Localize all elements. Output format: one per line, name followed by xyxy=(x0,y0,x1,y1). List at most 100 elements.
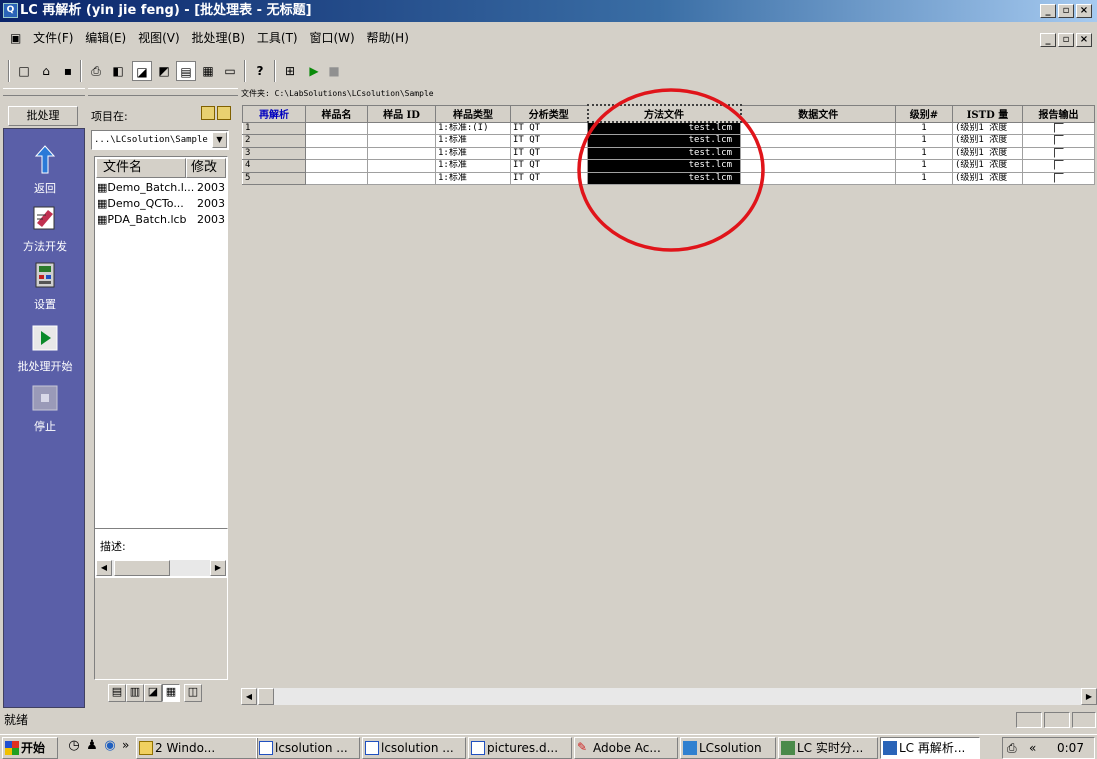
clock[interactable]: 0:07 xyxy=(1057,738,1084,758)
path-select[interactable]: ...\LCsolution\Sample ▼ xyxy=(91,130,229,150)
tab-icon-report[interactable]: ◫ xyxy=(184,684,202,702)
list-item[interactable]: ▦Demo_Batch.l... 2003- xyxy=(97,180,225,196)
printer-tray-icon[interactable]: ⎙ xyxy=(1007,738,1017,758)
cell-sample-name[interactable] xyxy=(305,159,368,173)
cell-istd[interactable]: (级别1 浓度 xyxy=(952,146,1023,160)
cell-sample-id[interactable] xyxy=(367,134,436,148)
task-lcsolution[interactable]: LCsolution xyxy=(680,737,776,759)
tray-expand-icon[interactable]: « xyxy=(1029,738,1036,758)
menu-edit[interactable]: 编辑(E) xyxy=(81,24,130,52)
cell-level[interactable]: 1 xyxy=(895,171,953,185)
report-checkbox[interactable] xyxy=(1053,122,1064,133)
mdi-restore-button[interactable]: ▫ xyxy=(1058,33,1074,47)
task-lc-reanalysis-active[interactable]: LC 再解析... xyxy=(880,737,980,759)
quicklaunch-more-icon[interactable]: » xyxy=(122,738,129,752)
tab-icon-batch-active[interactable]: ▦ xyxy=(162,684,180,702)
cell-sample-name[interactable] xyxy=(305,134,368,148)
report-checkbox[interactable] xyxy=(1053,172,1064,183)
row-number[interactable]: 2 xyxy=(242,134,306,148)
cell-sample-id[interactable] xyxy=(367,171,436,185)
minimize-button[interactable]: _ xyxy=(1040,4,1056,18)
report-checkbox[interactable] xyxy=(1053,147,1064,158)
menu-batch[interactable]: 批处理(B) xyxy=(187,24,249,52)
layout-bottom-icon[interactable]: ▦ xyxy=(198,61,218,81)
cell-sample-name[interactable] xyxy=(305,146,368,160)
menu-view[interactable]: 视图(V) xyxy=(134,24,184,52)
menu-tools[interactable]: 工具(T) xyxy=(253,24,302,52)
nav-settings[interactable]: 设置 xyxy=(4,259,86,312)
row-number[interactable]: 5 xyxy=(242,171,306,185)
nav-return[interactable]: 返回 xyxy=(4,143,86,196)
cell-istd[interactable]: (级别1 浓度 xyxy=(952,121,1023,135)
grid-scroll-right-icon[interactable]: ▶ xyxy=(1081,688,1097,705)
col-sample-id[interactable]: 样品 ID xyxy=(367,104,436,123)
app-icon[interactable]: Q xyxy=(3,3,18,18)
title-bar[interactable]: Q LC 再解析 (yin jie feng) - [批处理表 - 无标题] xyxy=(0,0,1097,22)
tab-icon-batch[interactable]: ▤ xyxy=(108,684,126,702)
dropdown-arrow-icon[interactable]: ▼ xyxy=(212,132,227,148)
stop-toolbar-icon[interactable]: ■ xyxy=(324,61,344,81)
chart-view-icon[interactable]: ◪ xyxy=(132,61,152,81)
nav-stop[interactable]: 停止 xyxy=(4,381,86,434)
start-button[interactable]: 开始 xyxy=(2,737,58,759)
layout-left-icon[interactable]: ▤ xyxy=(176,61,196,81)
menu-doc-icon[interactable]: ▣ xyxy=(6,24,25,52)
new-file-icon[interactable]: □ xyxy=(14,61,34,81)
cell-sample-type[interactable]: 1:标准:(I) xyxy=(435,121,511,135)
cell-sample-type[interactable]: 1:标准 xyxy=(435,171,511,185)
row-number[interactable]: 4 xyxy=(242,159,306,173)
col-report-output[interactable]: 报告输出 xyxy=(1022,104,1095,123)
help-icon[interactable]: ? xyxy=(250,61,270,81)
cell-level[interactable]: 1 xyxy=(895,121,953,135)
new-folder-icon[interactable] xyxy=(217,106,231,120)
menu-window[interactable]: 窗口(W) xyxy=(305,24,358,52)
mdi-close-button[interactable]: × xyxy=(1076,33,1092,47)
cell-report-output[interactable] xyxy=(1022,134,1095,148)
cell-sample-name[interactable] xyxy=(305,121,368,135)
col-filename[interactable]: 文件名 xyxy=(96,158,186,178)
row-number[interactable]: 1 xyxy=(242,121,306,135)
col-sample-type[interactable]: 样品类型 xyxy=(435,104,511,123)
col-istd[interactable]: ISTD 量 xyxy=(952,104,1023,123)
cell-sample-id[interactable] xyxy=(367,159,436,173)
cell-istd[interactable]: (级别1 浓度 xyxy=(952,159,1023,173)
grid-scroll-thumb[interactable] xyxy=(258,688,274,705)
task-lc-realtime[interactable]: LC 实时分... xyxy=(778,737,878,759)
tab-icon-data[interactable]: ▥ xyxy=(126,684,144,702)
task-pictures-doc[interactable]: pictures.d... xyxy=(468,737,572,759)
nav-batch-start[interactable]: 批处理开始 xyxy=(4,321,86,374)
cell-sample-id[interactable] xyxy=(367,121,436,135)
layout-window-icon[interactable]: ▭ xyxy=(220,61,240,81)
cell-level[interactable]: 1 xyxy=(895,146,953,160)
grid-scroll-left-icon[interactable]: ◀ xyxy=(241,688,257,705)
col-sample-name[interactable]: 样品名 xyxy=(305,104,368,123)
cell-sample-type[interactable]: 1:标准 xyxy=(435,146,511,160)
print-icon[interactable]: ⎙ xyxy=(86,61,106,81)
task-lcsolution-doc-2[interactable]: lcsolution ... xyxy=(362,737,466,759)
save-icon[interactable]: ▪ xyxy=(58,61,78,81)
cell-report-output[interactable] xyxy=(1022,171,1095,185)
data-view-icon[interactable]: ◩ xyxy=(154,61,174,81)
col-reanalysis[interactable]: 再解析 xyxy=(242,104,306,123)
run-icon[interactable]: ▶ xyxy=(304,61,324,81)
quicklaunch-browser-icon[interactable]: ◉ xyxy=(102,738,118,756)
mdi-minimize-button[interactable]: _ xyxy=(1040,33,1056,47)
open-folder-icon[interactable]: ⌂ xyxy=(36,61,56,81)
batch-settings-icon[interactable]: ⊞ xyxy=(280,61,300,81)
menu-help[interactable]: 帮助(H) xyxy=(363,24,413,52)
list-item[interactable]: ▦Demo_QCTo... 2003- xyxy=(97,196,225,212)
quicklaunch-clock-icon[interactable]: ◷ xyxy=(66,738,82,756)
task-adobe-acrobat[interactable]: ✎ Adobe Ac... xyxy=(574,737,678,759)
cell-level[interactable]: 1 xyxy=(895,159,953,173)
nav-method-dev[interactable]: 方法开发 xyxy=(4,201,86,254)
list-item[interactable]: ▦PDA_Batch.lcb 2003- xyxy=(97,212,225,228)
grid-horizontal-scrollbar[interactable]: ◀ ▶ xyxy=(241,688,1097,705)
nav-header-batch[interactable]: 批处理 xyxy=(8,106,78,126)
cell-sample-type[interactable]: 1:标准 xyxy=(435,134,511,148)
col-modified[interactable]: 修改 xyxy=(186,158,226,178)
row-number[interactable]: 3 xyxy=(242,146,306,160)
cell-report-output[interactable] xyxy=(1022,159,1095,173)
cell-istd[interactable]: (级别1 浓度 xyxy=(952,134,1023,148)
task-lcsolution-doc-1[interactable]: lcsolution ... xyxy=(256,737,360,759)
cell-sample-type[interactable]: 1:标准 xyxy=(435,159,511,173)
